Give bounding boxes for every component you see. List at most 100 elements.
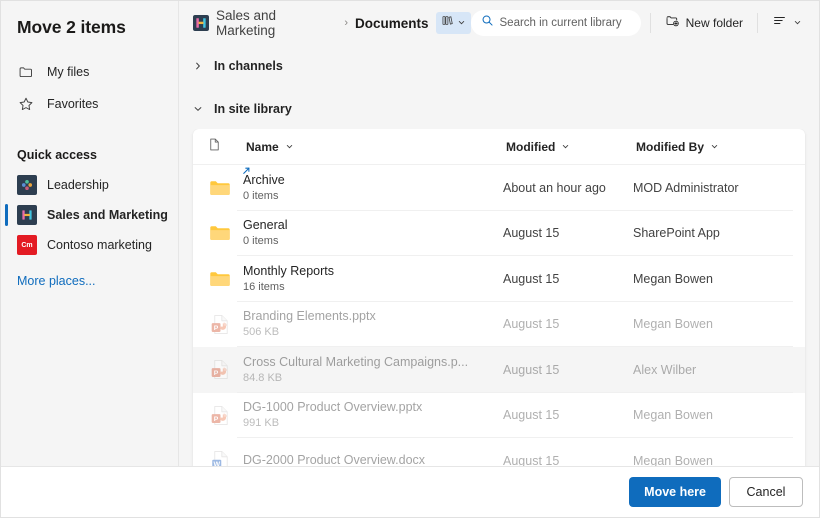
folder-icon: [207, 220, 233, 246]
sidebar-item-label: Sales and Marketing: [47, 208, 168, 222]
library-books-icon: [441, 14, 454, 32]
table-row[interactable]: General 0 items August 15 SharePoint App: [193, 211, 805, 257]
column-name: Name: [243, 138, 503, 156]
site-initials: Cm: [21, 241, 33, 249]
row-subtext: 991 KB: [243, 417, 280, 430]
row-icon-cell: [207, 220, 243, 246]
row-modified: August 15: [503, 317, 560, 332]
column-header-label: Modified: [506, 139, 556, 154]
row-modified-cell: August 15: [503, 315, 633, 333]
row-modified-cell: August 15: [503, 270, 633, 288]
svg-text:P: P: [213, 325, 218, 332]
svg-text:P: P: [213, 416, 218, 423]
table-row[interactable]: W DG-2000 Product Overview.docx August 15 M…: [193, 438, 805, 466]
sales-marketing-site-icon: [17, 205, 37, 225]
row-modified-by-cell: Megan Bowen: [633, 270, 793, 288]
row-icon-cell: P: [207, 311, 243, 337]
row-modified-by: SharePoint App: [633, 226, 720, 241]
row-modified-by: Megan Bowen: [633, 408, 713, 423]
row-modified-by: Megan Bowen: [633, 453, 713, 466]
table-row[interactable]: Archive 0 items About an hour ago MOD Admin…: [193, 165, 805, 211]
svg-text:W: W: [213, 462, 220, 466]
table-row[interactable]: P DG-1000 Product Overview.pptx 991 KB Augu…: [193, 393, 805, 439]
row-modified-cell: August 15: [503, 361, 633, 379]
row-name: Monthly Reports: [243, 263, 335, 278]
sidebar-nav: My files Favorites: [1, 56, 178, 120]
dialog-body: Move 2 items My files Favorites Quick ac…: [1, 1, 819, 466]
library-switcher-button[interactable]: [435, 12, 471, 34]
toolbar-divider-2: [757, 13, 758, 33]
breadcrumb-current-label[interactable]: Documents: [355, 16, 429, 31]
shortcut-link-icon: [241, 164, 252, 182]
sidebar-item-label: Contoso marketing: [47, 238, 152, 252]
sidebar-item-label: Leadership: [47, 178, 109, 192]
column-header-label: Modified By: [636, 139, 704, 154]
new-folder-icon: [665, 13, 680, 33]
move-here-button[interactable]: Move here: [629, 477, 721, 507]
row-name: DG-2000 Product Overview.docx: [243, 453, 426, 466]
group-in-site-library[interactable]: In site library: [179, 94, 819, 124]
row-subtext: 506 KB: [243, 326, 280, 339]
row-name-cell: DG-2000 Product Overview.docx: [243, 453, 503, 466]
powerpoint-file-icon: P: [207, 311, 233, 337]
column-modified: Modified: [503, 138, 633, 156]
powerpoint-file-icon: P: [207, 402, 233, 428]
row-icon-cell: [207, 266, 243, 292]
row-name: General: [243, 218, 288, 233]
table-row[interactable]: P Cross Cultural Marketing Campaigns.p...…: [193, 347, 805, 393]
command-bar: Sales and Marketing › Documents Search i…: [179, 1, 819, 45]
sidebar-item-favorites[interactable]: Favorites: [1, 88, 178, 120]
search-input[interactable]: Search in current library: [470, 10, 641, 36]
chevron-down-icon: [563, 145, 569, 149]
table-row[interactable]: P Branding Elements.pptx 506 KB August 15 Me…: [193, 302, 805, 348]
row-name-cell: Cross Cultural Marketing Campaigns.p... 8…: [243, 355, 503, 385]
search-placeholder: Search in current library: [499, 17, 622, 29]
table-header: Name Modified Modified By: [193, 129, 805, 165]
site-icon: [193, 15, 209, 31]
row-subtext: 84.8 KB: [243, 371, 283, 384]
dialog-footer: Move here Cancel: [1, 466, 819, 517]
row-modified-cell: August 15: [503, 452, 633, 466]
row-name-cell: General 0 items: [243, 218, 503, 248]
row-subtext: 16 items: [243, 280, 285, 293]
leadership-site-icon: [17, 175, 37, 195]
breadcrumb-site[interactable]: Sales and Marketing: [193, 8, 337, 38]
chevron-down-icon: [711, 145, 718, 149]
row-modified: August 15: [503, 226, 560, 241]
more-places-link[interactable]: More places...: [1, 274, 178, 288]
row-modified: August 15: [503, 362, 560, 377]
powerpoint-file-icon: P: [207, 357, 233, 383]
sidebar-item-leadership[interactable]: Leadership: [1, 170, 178, 200]
chevron-down-icon: [286, 145, 292, 149]
quick-access-heading: Quick access: [17, 148, 97, 162]
column-header-modified[interactable]: Modified: [503, 138, 573, 156]
group-title: In site library: [214, 102, 292, 116]
row-name-cell: Branding Elements.pptx 506 KB: [243, 309, 503, 339]
table-row[interactable]: Monthly Reports 16 items August 15 Megan Bo…: [193, 256, 805, 302]
row-name-cell: DG-1000 Product Overview.pptx 991 KB: [243, 400, 503, 430]
column-header-name[interactable]: Name: [243, 138, 297, 156]
view-options-button[interactable]: [767, 9, 807, 37]
row-name: Archive: [243, 172, 285, 187]
row-icon-cell: W: [207, 448, 243, 466]
group-in-channels[interactable]: In channels: [179, 51, 819, 81]
chevron-down-icon: [457, 14, 466, 32]
sidebar: Move 2 items My files Favorites Quick ac…: [1, 1, 179, 466]
cancel-button[interactable]: Cancel: [729, 477, 803, 507]
new-folder-button[interactable]: New folder: [660, 9, 748, 37]
row-modified-by-cell: SharePoint App: [633, 224, 793, 242]
row-modified-by-cell: Megan Bowen: [633, 452, 793, 466]
sidebar-item-sales-and-marketing[interactable]: Sales and Marketing: [1, 200, 178, 230]
sidebar-item-contoso-marketing[interactable]: Cm Contoso marketing: [1, 230, 178, 260]
search-icon: [481, 14, 494, 32]
column-header-modified-by[interactable]: Modified By: [633, 138, 722, 156]
sidebar-item-label: Favorites: [47, 97, 99, 111]
folder-icon: [17, 63, 35, 81]
chevron-right-icon: [193, 61, 203, 71]
row-modified: August 15: [503, 453, 560, 466]
row-subtext: 0 items: [243, 235, 279, 248]
row-subtext: 0 items: [243, 189, 279, 202]
toolbar-divider: [649, 13, 651, 33]
file-list-container: Name Modified Modified By Archive 0 item…: [179, 129, 819, 466]
sidebar-item-my-files[interactable]: My files: [1, 56, 178, 88]
